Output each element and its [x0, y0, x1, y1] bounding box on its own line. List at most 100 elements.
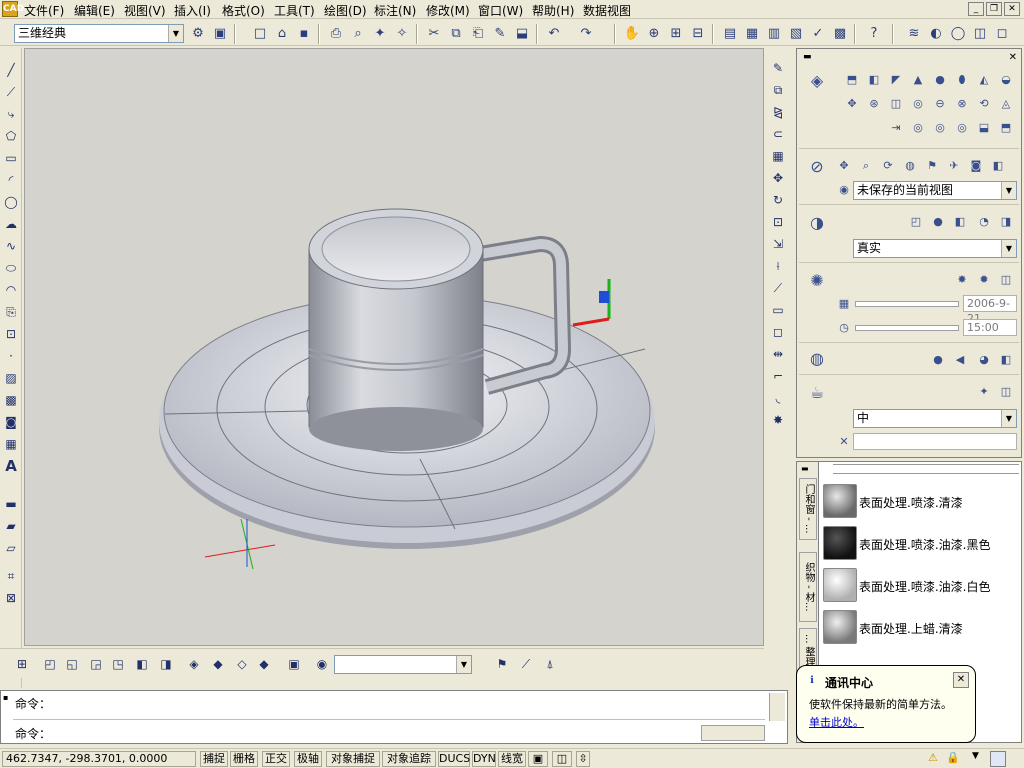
new-file-icon[interactable]: □ — [250, 24, 270, 44]
parallel-icon[interactable]: ◧ — [989, 157, 1007, 175]
point-icon[interactable]: · — [2, 346, 20, 366]
subtract-icon[interactable]: ⊖ — [931, 95, 949, 113]
style-conceptual-icon[interactable]: ◔ — [975, 213, 993, 231]
material-item[interactable]: 表面处理.喷漆.油漆.白色 — [821, 566, 1019, 606]
visual-style-select[interactable]: 真实 ▼ — [853, 239, 1017, 258]
chevron-down-icon[interactable]: ▼ — [456, 656, 471, 673]
view-named-icon[interactable]: ⊞ — [12, 654, 32, 674]
command-hscrollbar[interactable] — [701, 725, 765, 741]
print-icon[interactable]: ⎙ — [326, 24, 346, 44]
fly-icon[interactable]: ✈ — [945, 157, 963, 175]
torus-icon[interactable]: ◒ — [997, 71, 1015, 89]
material-item[interactable]: 表面处理.上蜡.清漆 — [821, 608, 1019, 648]
publish-icon[interactable]: ✦ — [370, 24, 390, 44]
insert-block-icon[interactable]: ⎘ — [2, 302, 20, 322]
lock-icon[interactable]: 🔒 — [946, 751, 962, 767]
ucs-select-icon[interactable]: ◉ — [312, 654, 332, 674]
revision-cloud-icon[interactable]: ☁ — [2, 214, 20, 234]
move-icon[interactable]: ✥ — [768, 168, 788, 188]
line-icon[interactable]: ╱ — [2, 60, 20, 80]
camera-view-icon[interactable]: ▣ — [284, 654, 304, 674]
construction-line-icon[interactable]: ⟋ — [2, 82, 20, 102]
layer-on-icon[interactable]: ◐ — [926, 24, 946, 44]
coordinates-display[interactable]: 462.7347, -298.3701, 0.0000 — [2, 751, 196, 767]
view-bottom-icon[interactable]: ◱ — [62, 654, 82, 674]
dyn-toggle[interactable]: DYN — [472, 751, 496, 767]
command-grip-icon[interactable]: ▪ — [3, 693, 8, 702]
time-slider[interactable] — [855, 325, 959, 331]
menu-view[interactable]: 视图(V) — [124, 2, 166, 19]
view-top-icon[interactable]: ◰ — [40, 654, 60, 674]
status-icon-2[interactable]: ◫ — [552, 751, 572, 767]
material-item[interactable]: 表面处理.喷漆.清漆 — [821, 482, 1019, 522]
design-center-icon[interactable]: ▦ — [742, 24, 762, 44]
orbit-icon[interactable]: ⟳ — [879, 157, 897, 175]
zoom-3d-icon[interactable]: ⌕ — [857, 157, 875, 175]
copy-icon[interactable]: ⧉ — [446, 24, 466, 44]
free-orbit-icon[interactable]: ◍ — [901, 157, 919, 175]
zoom-realtime-icon[interactable]: ⊕ — [644, 24, 664, 44]
comm-center-icon[interactable]: ⚠ — [928, 751, 942, 767]
menu-edit[interactable]: 编辑(E) — [74, 2, 115, 19]
cone-icon[interactable]: ▲ — [909, 71, 927, 89]
mirror-icon[interactable]: ⧎ — [768, 102, 788, 122]
render-quality-select[interactable]: 中 ▼ — [853, 409, 1017, 428]
sun-settings-icon[interactable]: ✹ — [975, 271, 993, 289]
multiline-text-icon[interactable]: A — [2, 456, 20, 476]
open-file-icon[interactable]: ⌂ — [272, 24, 292, 44]
style-manager-icon[interactable]: ◨ — [997, 213, 1015, 231]
help-icon[interactable]: ? — [864, 24, 884, 44]
thicken-icon[interactable]: ◎ — [931, 119, 949, 137]
sweep-icon[interactable]: ⟲ — [975, 95, 993, 113]
scale-icon[interactable]: ⊡ — [768, 212, 788, 232]
workspace-select[interactable]: 三维经典 ▼ — [14, 24, 184, 43]
hatch-icon[interactable]: ▨ — [2, 368, 20, 388]
menu-data-view[interactable]: 数据视图 — [583, 2, 631, 19]
presspull-icon[interactable]: ⬒ — [997, 119, 1015, 137]
block-editor-icon[interactable]: ⬓ — [512, 24, 532, 44]
make-block-icon[interactable]: ⊡ — [2, 324, 20, 344]
menu-draw[interactable]: 绘图(D) — [324, 2, 367, 19]
bubble-link[interactable]: 单击此处。 — [809, 714, 864, 730]
lineweight-toggle[interactable]: 线宽 — [498, 751, 526, 767]
sun-date-field[interactable]: 2006-9-21 — [963, 295, 1017, 325]
undo-icon[interactable]: ↶ — [544, 24, 564, 44]
array-icon[interactable]: ▦ — [768, 146, 788, 166]
trim-icon[interactable]: ⟊ — [768, 256, 788, 276]
material-browser-icon[interactable]: ◕ — [975, 351, 993, 369]
polyline-icon[interactable]: ⤷ — [2, 104, 20, 124]
join-icon[interactable]: ⇹ — [768, 344, 788, 364]
extrude-icon[interactable]: ⬒ — [843, 71, 861, 89]
style-2d-wireframe-icon[interactable]: ◰ — [907, 213, 925, 231]
panel-grip-icon[interactable]: ▬ — [803, 52, 812, 62]
chevron-down-icon[interactable]: ▼ — [1001, 240, 1016, 257]
pan-icon[interactable]: ✋ — [622, 24, 642, 44]
minimize-button[interactable]: _ — [968, 2, 984, 16]
zoom-window-icon[interactable]: ⊞ — [666, 24, 686, 44]
bubble-close-button[interactable]: ✕ — [953, 672, 969, 688]
markup-icon[interactable]: ✓ — [808, 24, 828, 44]
copy-object-icon[interactable]: ⧉ — [768, 80, 788, 100]
tab-fabrics[interactable]: 织物 - 材... — [799, 552, 817, 622]
imprint-icon[interactable]: ⬓ — [975, 119, 993, 137]
align-icon[interactable]: ⇥ — [887, 119, 905, 137]
command-scrollbar[interactable] — [769, 693, 785, 721]
otrack-toggle[interactable]: 对象追踪 — [382, 751, 436, 767]
break-icon[interactable]: ◻ — [768, 322, 788, 342]
menu-file[interactable]: 文件(F) — [24, 2, 64, 19]
zoom-previous-icon[interactable]: ⊟ — [688, 24, 708, 44]
camera-icon[interactable]: ◙ — [967, 157, 985, 175]
render-settings-icon[interactable]: ✦ — [975, 383, 993, 401]
menu-format[interactable]: 格式(O) — [222, 2, 265, 19]
ducs-toggle[interactable]: DUCS — [438, 751, 470, 767]
loft-icon[interactable]: ◬ — [997, 95, 1015, 113]
save-workspace-icon[interactable]: ▣ — [210, 24, 230, 44]
gradient-icon[interactable]: ▩ — [2, 390, 20, 410]
section-plane-icon[interactable]: ◫ — [887, 95, 905, 113]
material-item[interactable]: 表面处理.喷漆.油漆.黑色 — [821, 524, 1019, 564]
view-se-iso-icon[interactable]: ◆ — [208, 654, 228, 674]
app-icon[interactable]: CAD — [2, 1, 24, 17]
model-space-icon[interactable]: ▣ — [528, 751, 548, 767]
polar-toggle[interactable]: 极轴 — [294, 751, 322, 767]
sun-status-icon[interactable]: ✸ — [953, 271, 971, 289]
